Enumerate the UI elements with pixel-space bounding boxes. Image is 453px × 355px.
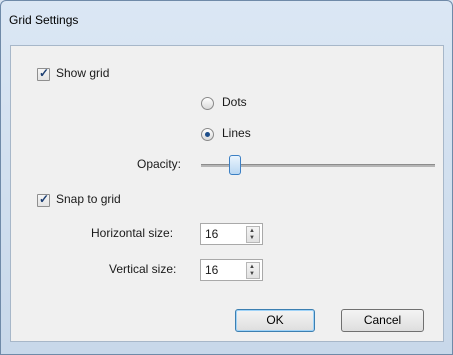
down-arrow-icon[interactable]: ▼ <box>249 271 255 277</box>
up-arrow-icon[interactable]: ▲ <box>249 228 255 234</box>
opacity-slider-thumb[interactable] <box>229 155 241 175</box>
up-arrow-icon[interactable]: ▲ <box>249 264 255 270</box>
opacity-label: Opacity: <box>137 157 182 171</box>
dots-radio[interactable] <box>201 97 214 110</box>
vertical-size-value: 16 <box>205 263 219 277</box>
show-grid-checkbox[interactable]: ✓ <box>37 66 50 81</box>
vertical-size-spinner[interactable]: 16 ▲ ▼ <box>200 259 263 281</box>
down-arrow-icon[interactable]: ▼ <box>249 235 255 241</box>
horizontal-size-label: Horizontal size: <box>91 226 174 240</box>
cancel-button[interactable]: Cancel <box>341 309 424 332</box>
dots-label: Dots <box>222 95 247 109</box>
dialog-content: ✓ Show grid Dots Lines Opacity: ✓ Snap t… <box>10 45 444 342</box>
horizontal-size-stepper[interactable]: ▲ ▼ <box>246 226 260 243</box>
vertical-size-stepper[interactable]: ▲ ▼ <box>246 262 260 279</box>
horizontal-size-value: 16 <box>205 227 219 241</box>
lines-label: Lines <box>222 126 251 140</box>
lines-radio[interactable] <box>201 128 214 141</box>
vertical-size-label: Vertical size: <box>109 262 177 276</box>
checkmark-icon: ✓ <box>39 66 50 80</box>
dialog-window: Grid Settings ✓ Show grid Dots Lines Opa… <box>0 0 453 355</box>
ok-button[interactable]: OK <box>235 309 315 332</box>
horizontal-size-spinner[interactable]: 16 ▲ ▼ <box>200 223 263 245</box>
snap-to-grid-checkbox[interactable]: ✓ <box>37 192 50 207</box>
dialog-title: Grid Settings <box>9 13 79 27</box>
show-grid-label: Show grid <box>56 66 110 80</box>
snap-to-grid-label: Snap to grid <box>56 192 121 206</box>
checkmark-icon: ✓ <box>39 192 50 206</box>
